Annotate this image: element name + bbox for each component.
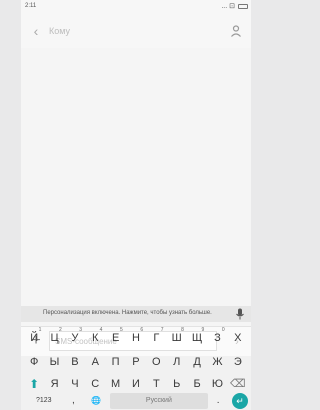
globe-icon[interactable]: 🌐 bbox=[83, 393, 109, 409]
key[interactable]: Д bbox=[187, 350, 207, 374]
key-label: З bbox=[214, 332, 221, 344]
key-label: У bbox=[71, 332, 79, 344]
status-bar: 2:11 ... ⊡ bbox=[21, 0, 251, 14]
key[interactable]: В bbox=[65, 350, 85, 374]
key[interactable]: Э bbox=[228, 350, 248, 374]
key[interactable]: А bbox=[85, 350, 105, 374]
enter-key-icon[interactable]: ↵ bbox=[231, 393, 248, 409]
key[interactable]: Ы bbox=[44, 350, 64, 374]
key-label: Н bbox=[132, 332, 140, 344]
key-number-hint: 4 bbox=[99, 327, 103, 333]
key-label: Г bbox=[153, 332, 160, 344]
key-number-hint: 5 bbox=[120, 327, 123, 333]
recipient-field[interactable]: Кому bbox=[49, 26, 70, 36]
key-number-hint: 8 bbox=[181, 327, 184, 333]
screen: 2:11 ... ⊡ ‹ Кому + › Персонализация вкл… bbox=[0, 0, 251, 410]
period-key[interactable]: . bbox=[208, 393, 228, 409]
key[interactable]: П bbox=[105, 350, 125, 374]
key[interactable]: З0 bbox=[207, 326, 227, 350]
key-label: Х bbox=[234, 332, 242, 344]
key-number-hint: 6 bbox=[140, 327, 144, 333]
key-number-hint: 9 bbox=[201, 327, 205, 333]
symbols-key[interactable]: ?123 bbox=[24, 393, 63, 409]
bottom-key-row: ?123, 🌐 Русский. ↵ bbox=[21, 392, 251, 410]
key[interactable]: Ф bbox=[24, 350, 44, 374]
contact-icon[interactable] bbox=[229, 24, 243, 38]
status-icons: ... ⊡ bbox=[221, 2, 248, 10]
space-key[interactable]: Русский bbox=[109, 393, 209, 409]
key-label: Е bbox=[111, 332, 120, 344]
key-row-1: Й1Ц2У3К4Е5Н6Г7Ш8Щ9З0Х bbox=[21, 326, 251, 350]
key[interactable]: Е5 bbox=[105, 326, 125, 350]
recipient-header: ‹ Кому bbox=[21, 14, 251, 48]
personalization-notice[interactable]: Персонализация включена. Нажмите, чтобы … bbox=[43, 310, 212, 316]
key-label: Ш bbox=[171, 332, 182, 344]
key[interactable]: Й1 bbox=[24, 326, 44, 350]
suggestion-bar[interactable]: Персонализация включена. Нажмите, чтобы … bbox=[21, 306, 251, 322]
key[interactable]: Н6 bbox=[126, 326, 146, 350]
key-number-hint: 1 bbox=[38, 327, 42, 333]
key-label: Ц bbox=[50, 332, 59, 344]
key[interactable]: Р bbox=[126, 350, 146, 374]
key-number-hint: 0 bbox=[221, 327, 225, 333]
key[interactable]: Ц2 bbox=[44, 326, 64, 350]
key[interactable]: Г7 bbox=[146, 326, 166, 350]
mic-icon[interactable] bbox=[235, 308, 245, 320]
key-number-hint: 7 bbox=[160, 327, 164, 333]
key-row-2: ФЫВАПРОЛДЖЭ bbox=[21, 350, 251, 374]
key[interactable]: Ш8 bbox=[167, 326, 187, 350]
key[interactable]: У3 bbox=[65, 326, 85, 350]
key-number-hint: 3 bbox=[79, 327, 83, 333]
key[interactable]: Щ9 bbox=[187, 326, 207, 350]
status-time: 2:11 bbox=[25, 3, 37, 9]
key-label: К bbox=[92, 332, 99, 344]
comma-key[interactable]: , bbox=[63, 393, 83, 409]
key-label: Й bbox=[30, 332, 39, 344]
back-arrow-icon[interactable]: ‹ bbox=[27, 22, 45, 40]
key[interactable]: Ж bbox=[207, 350, 227, 374]
key[interactable]: Л bbox=[167, 350, 187, 374]
status-indicators: ... ⊡ bbox=[221, 3, 235, 10]
battery-icon bbox=[238, 3, 248, 9]
key[interactable]: К4 bbox=[85, 326, 105, 350]
conversation-area bbox=[21, 48, 251, 326]
phone-screen: 2:11 ... ⊡ ‹ Кому + › Персонализация вкл… bbox=[21, 0, 251, 410]
key-number-hint: 2 bbox=[58, 327, 62, 333]
key-label: Щ bbox=[191, 332, 203, 344]
key[interactable]: Х bbox=[228, 326, 248, 350]
key[interactable]: О bbox=[146, 350, 166, 374]
